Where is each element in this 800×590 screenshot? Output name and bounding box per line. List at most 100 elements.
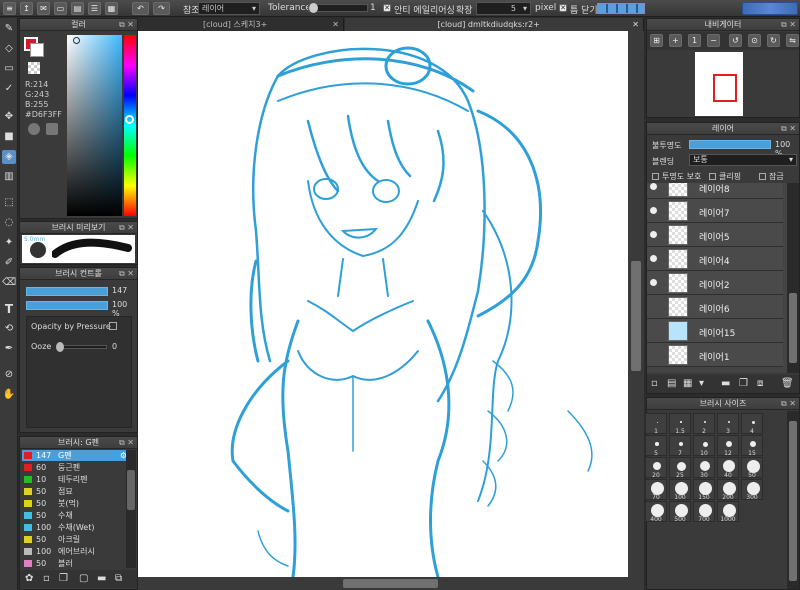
brush-size-cell[interactable]: 1000 [717,501,739,523]
protect-checkbox[interactable] [652,173,659,180]
brush-opacity-slider[interactable] [26,301,108,310]
blend-select[interactable]: 보통 ▾ [689,154,797,166]
layer-copy-icon[interactable]: ❐ [739,378,748,389]
visibility-eye-icon[interactable] [650,183,657,190]
layer-row[interactable]: 레이어2 [647,271,783,295]
document-icon[interactable]: ▤ [71,2,84,15]
brush-size-cell[interactable]: 40 [717,457,739,479]
layer-list-scrollbar[interactable] [787,183,799,373]
clipping-checkbox[interactable] [709,173,716,180]
swatch-icon[interactable] [46,123,58,135]
navigator-thumbnail[interactable] [695,52,743,116]
pen-tool-icon[interactable]: ✒ [2,342,16,356]
palette-icon[interactable] [28,123,40,135]
brush-size-cell[interactable]: 400 [645,501,667,523]
brush-copy-icon[interactable]: ❐ [59,573,68,584]
brush-size-cell[interactable]: 25 [669,457,691,479]
hue-slider[interactable] [124,35,136,216]
brush-list-item[interactable]: 10 테두리펜 [22,474,128,485]
list-icon[interactable]: ☰ [88,2,101,15]
transform-tool-icon[interactable]: ⟲ [2,322,16,336]
layer-row[interactable]: 레이어7 [647,199,783,223]
brush-list-item[interactable]: 50 블러 [22,558,128,568]
brush-size-cell[interactable]: 12 [717,435,739,457]
visibility-eye-icon[interactable] [650,207,657,214]
menu-icon[interactable]: ≡ [3,2,16,15]
tab-sketch[interactable]: [cloud] 스케치3+ ✕ [138,18,344,31]
transparent-color[interactable] [28,62,40,74]
zoom-fit-icon[interactable]: ⊞ [650,34,663,47]
eraser-tool-icon[interactable]: ◇ [2,42,16,56]
brush-list-item[interactable]: 100 수채(Wet) [22,522,128,533]
new-halftone-layer-icon[interactable]: ▤ [667,378,676,389]
layer-row[interactable]: 레이어1 [647,343,783,367]
brush-list-scrollbar[interactable] [126,450,136,568]
expand-input[interactable]: 5 ▾ [476,2,531,15]
brush-size-cell[interactable]: 30 [693,457,715,479]
brush-folder-icon[interactable]: ▬ [97,573,106,584]
canvas-vertical-scrollbar[interactable] [628,31,644,577]
brush-duplicate-icon[interactable]: ⧉ [115,573,122,584]
zoom-out-icon[interactable]: − [707,34,720,47]
layer-folder-icon[interactable]: ▬ [721,378,730,389]
canvas-area[interactable] [138,31,644,590]
visibility-eye-icon[interactable] [650,255,657,262]
visibility-eye-icon[interactable] [650,231,657,238]
brush-add-icon[interactable]: ✿ [25,573,33,584]
background-color[interactable] [30,43,44,57]
square-tool-icon[interactable]: ■ [2,130,16,144]
tab-active[interactable]: [cloud] dmltkdiudqks:r2+ ✕ [345,18,644,31]
layer-row[interactable]: 레이어5 [647,223,783,247]
redo-button[interactable]: ↷ [153,2,170,15]
brush-size-cell[interactable]: 10 [693,435,715,457]
drawing-canvas[interactable] [138,31,628,577]
brush-list-item[interactable]: 50 아크릴 [22,534,128,545]
brush-size-cell[interactable]: 500 [669,501,691,523]
marquee-tool-icon[interactable]: ⬚ [2,196,16,210]
brush-size-cell[interactable]: 300 [741,479,763,501]
brush-list-item[interactable]: 50 수채 [22,510,128,521]
ref-select[interactable]: 레이어 ▾ [198,2,260,15]
rotate-right-icon[interactable]: ↻ [767,34,780,47]
layer-menu-icon[interactable]: ▾ [699,378,704,389]
brush-size-cell[interactable]: 50 [741,457,763,479]
text-tool-icon[interactable]: T [2,302,16,316]
canvas-horizontal-scrollbar[interactable] [138,577,644,590]
rect-select-icon[interactable]: ▭ [2,62,16,76]
window-controls[interactable] [742,2,798,15]
layer-row[interactable]: 레이어8 [647,183,783,199]
antialias-checkbox[interactable]: ✕ [383,4,391,12]
brush-size-cell[interactable]: 5 [645,435,667,457]
tolerance-slider[interactable] [308,3,368,13]
eyedropper-icon[interactable]: ⊘ [2,368,16,382]
share-icon[interactable]: ↥ [20,2,33,15]
layer-merge-icon[interactable]: ⧈ [757,378,763,389]
close-gap-checkbox[interactable]: ✕ [559,4,567,12]
zoom-actual-icon[interactable]: 1 [688,34,701,47]
brush-size-cell[interactable]: 70 [645,479,667,501]
brush-size-cell[interactable]: 7 [669,435,691,457]
zoom-in-icon[interactable]: + [669,34,682,47]
lasso-tool-icon[interactable]: ◌ [2,216,16,230]
brush-size-cell[interactable]: 3 [717,413,739,435]
brush-list-item[interactable]: 50 점묘 [22,486,128,497]
fill-tool-icon[interactable]: ◈ [2,150,16,164]
brush-page-icon[interactable]: ▢ [79,573,88,584]
brush-list-item[interactable]: 147 G펜 ⚙ [22,450,128,461]
gap-level-bar[interactable] [597,3,645,14]
brush-size-cell[interactable]: 20 [645,457,667,479]
pressure-checkbox[interactable] [109,322,117,330]
brush-list-item[interactable]: 100 에어브러시 [22,546,128,557]
brush-size-cell[interactable]: 1.5 [669,413,691,435]
brush-size-slider[interactable] [26,287,108,296]
rotate-reset-icon[interactable]: ⊙ [748,34,761,47]
brush-size-cell[interactable]: 4 [741,413,763,435]
grid-icon[interactable]: ▦ [105,2,118,15]
new-layer-icon[interactable]: ▫ [651,378,658,389]
check-tool-icon[interactable]: ✓ [2,82,16,96]
gradient-tool-icon[interactable]: ▥ [2,170,16,184]
brush-size-cell[interactable]: 200 [717,479,739,501]
brush-size-cell[interactable]: 1 [645,413,667,435]
lock-checkbox[interactable] [759,173,766,180]
hand-tool-icon[interactable]: ✋ [2,388,16,402]
